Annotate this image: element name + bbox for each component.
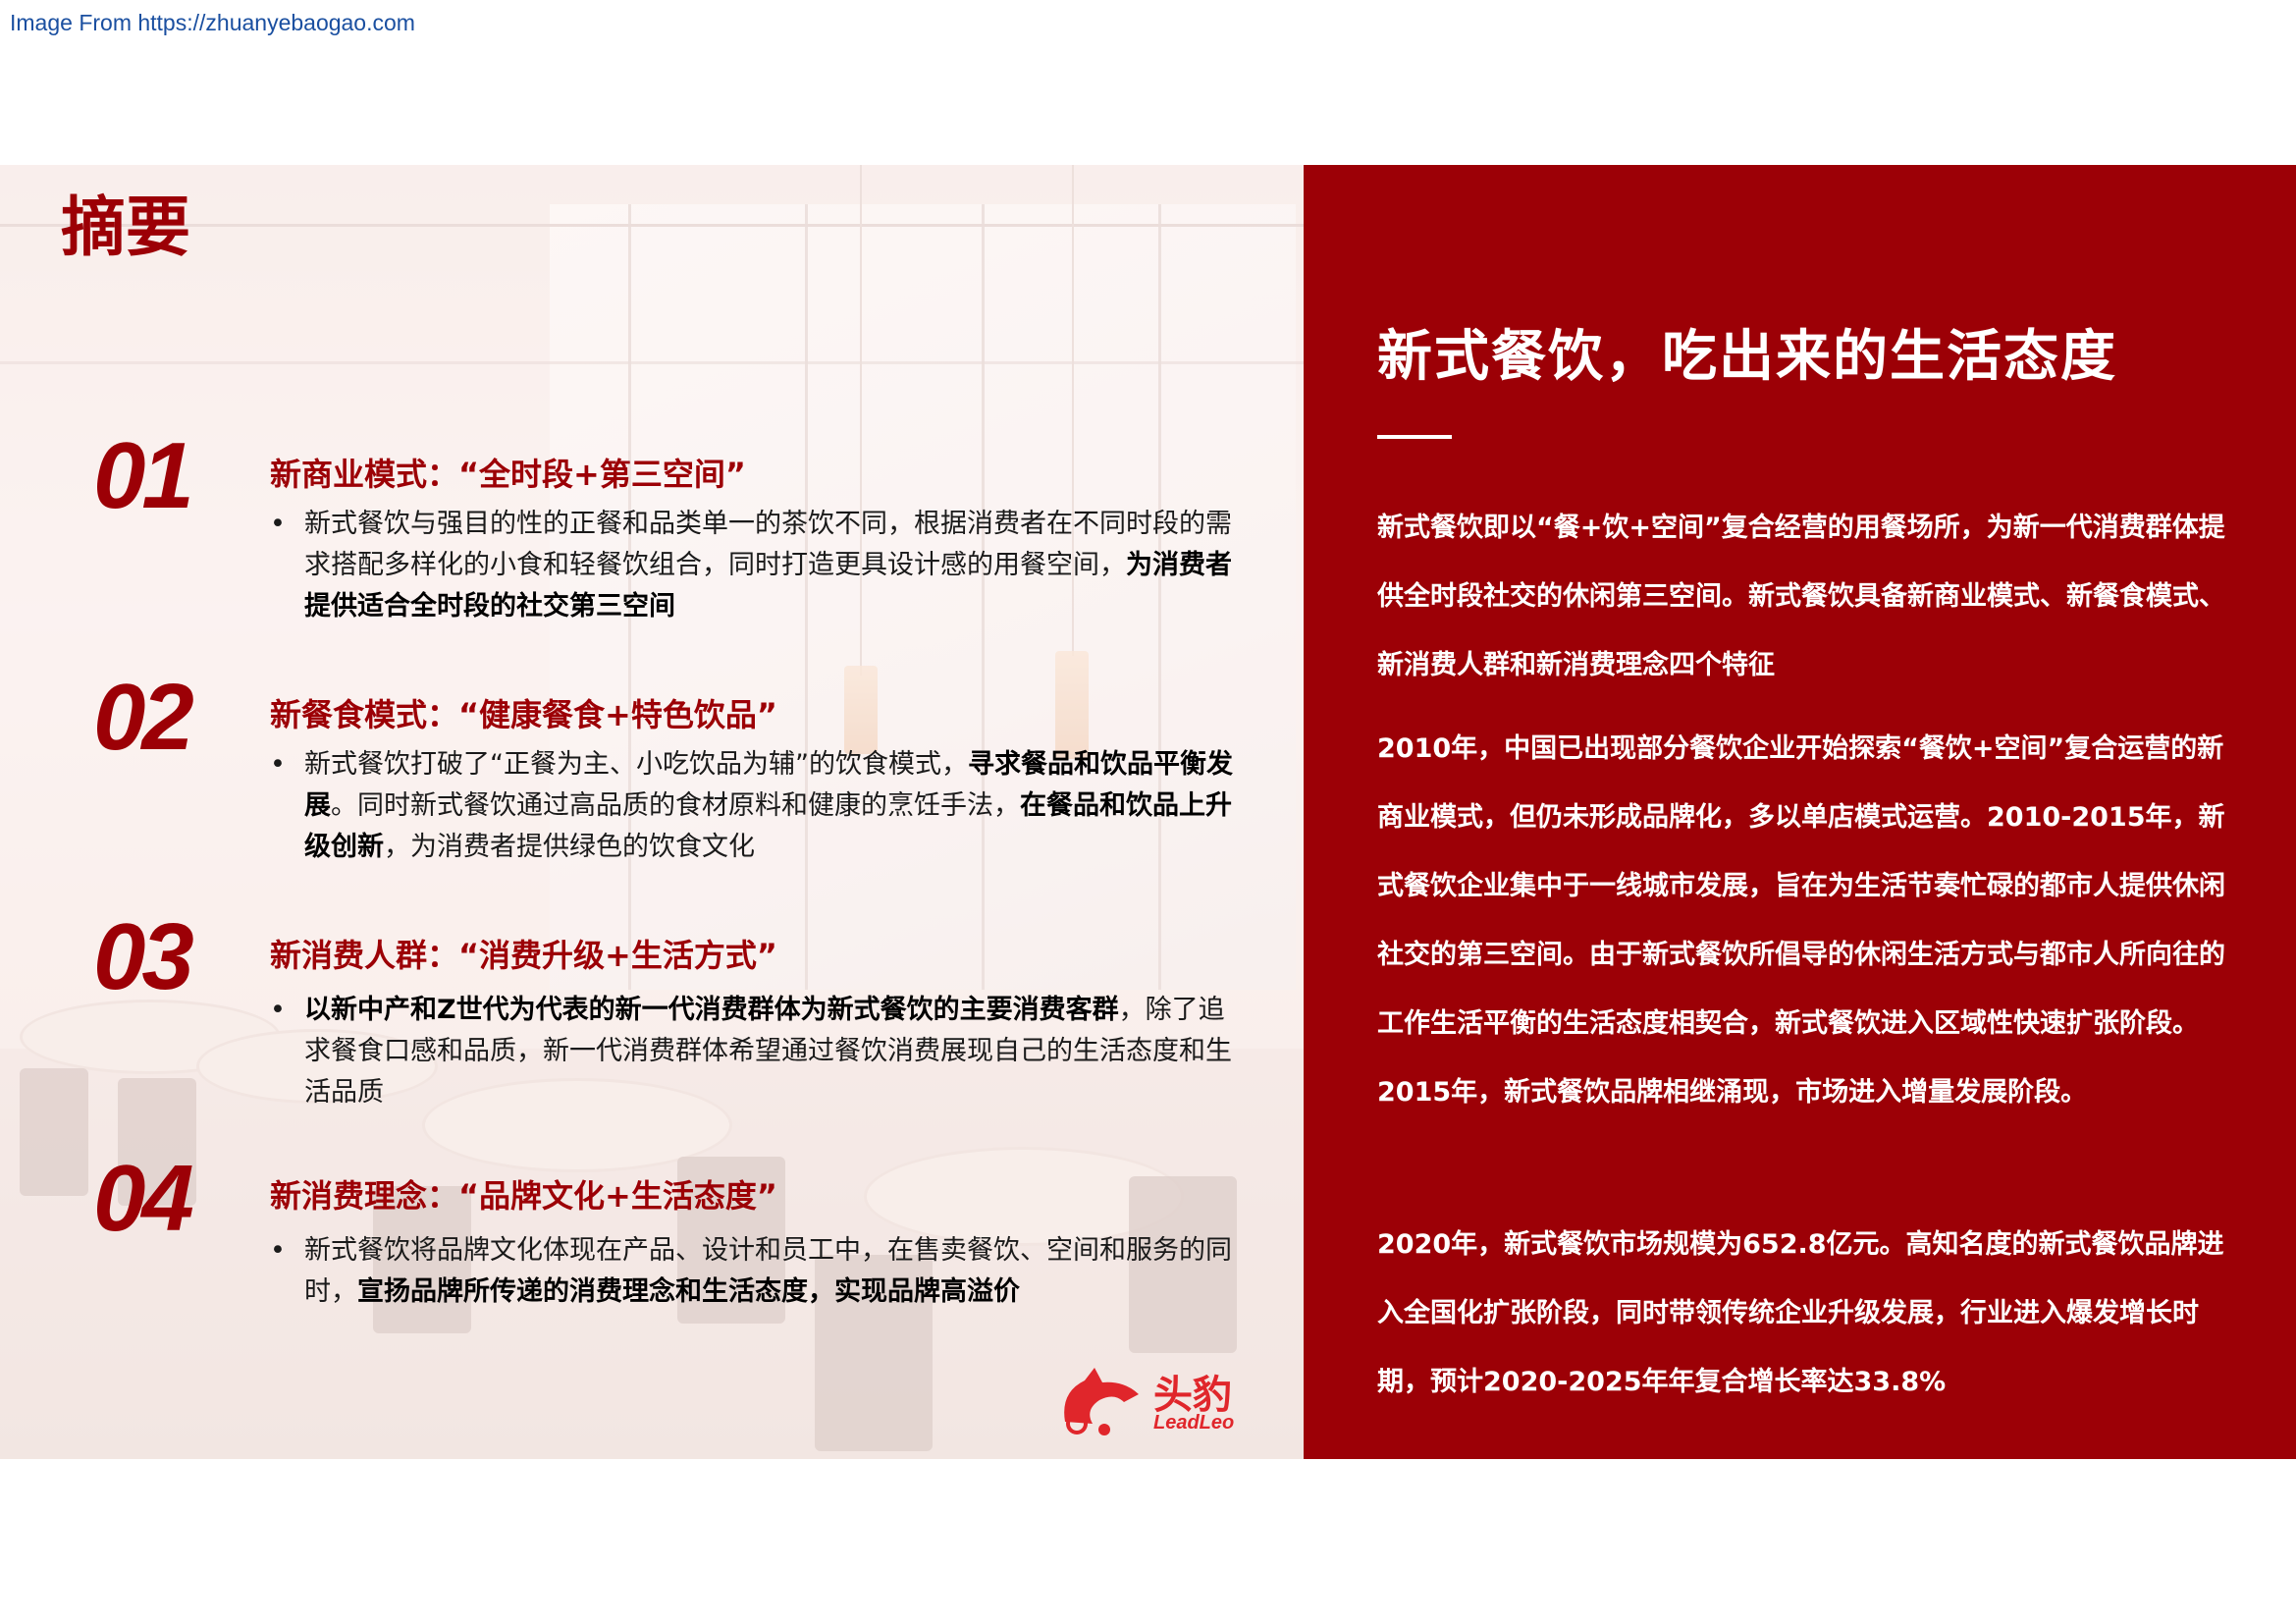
logo-english-text: LeadLeo bbox=[1153, 1412, 1235, 1434]
right-paragraph-1: 新式餐饮即以“餐+饮+空间”复合经营的用餐场所，为新一代消费群体提供全时段社交的… bbox=[1377, 513, 2225, 680]
item-text-04-bold1: 宣扬品牌所传递的消费理念和生活态度，实现品牌高溢价 bbox=[357, 1276, 1020, 1307]
item-number-04: 04 bbox=[93, 1146, 194, 1251]
summary-slide: 摘要 01 新商业模式：“全时段+第三空间” • 新式餐饮与强目的性的正餐和品类… bbox=[0, 165, 2296, 1459]
item-number-02: 02 bbox=[93, 665, 194, 770]
bullet-icon: • bbox=[270, 749, 286, 780]
item-text-02-part2: 。同时新式餐饮通过高品质的食材原料和健康的烹饪手法， bbox=[331, 790, 1020, 821]
bullet-icon: • bbox=[270, 509, 286, 539]
bullet-icon: • bbox=[270, 995, 286, 1025]
item-title-03: 新消费人群：“消费升级+生活方式” bbox=[270, 937, 777, 974]
item-number-03: 03 bbox=[93, 904, 194, 1009]
item-text-04: • 新式餐饮将品牌文化体现在产品、设计和员工中，在售卖餐饮、空间和服务的同时，宣… bbox=[270, 1230, 1242, 1313]
right-paragraph-2: 2010年，中国已出现部分餐饮企业开始探索“餐饮+空间”复合运营的新商业模式，但… bbox=[1377, 733, 2225, 1108]
item-text-02-part3: ，为消费者提供绿色的饮食文化 bbox=[384, 832, 755, 862]
item-title-02: 新餐食模式：“健康餐食+特色饮品” bbox=[270, 696, 777, 733]
leopard-icon bbox=[1064, 1368, 1139, 1435]
right-paragraph-3: 2020年，新式餐饮市场规模为652.8亿元。高知名度的新式餐饮品牌进入全国化扩… bbox=[1377, 1229, 2224, 1397]
page-title: 摘要 bbox=[61, 189, 190, 265]
leadleo-logo: 头豹 LeadLeo bbox=[1055, 1363, 1252, 1441]
item-title-04: 新消费理念：“品牌文化+生活态度” bbox=[270, 1177, 777, 1215]
source-caption: Image From https://zhuanyebaogao.com bbox=[10, 10, 415, 35]
item-text-03: • 以新中产和Z世代为代表的新一代消费群体为新式餐饮的主要消费客群，除了追求餐食… bbox=[270, 990, 1242, 1113]
item-text-02: • 新式餐饮打破了“正餐为主、小吃饮品为辅”的饮食模式，寻求餐品和饮品平衡发展。… bbox=[270, 744, 1242, 868]
item-number-01: 01 bbox=[93, 423, 194, 528]
item-text-01: • 新式餐饮与强目的性的正餐和品类单一的茶饮不同，根据消费者在不同时段的需求搭配… bbox=[270, 504, 1242, 627]
item-text-03-bold1: 以新中产和Z世代为代表的新一代消费群体为新式餐饮的主要消费客群 bbox=[304, 995, 1119, 1025]
title-divider bbox=[1377, 435, 1452, 439]
item-text-01-normal: 新式餐饮与强目的性的正餐和品类单一的茶饮不同，根据消费者在不同时段的需求搭配多样… bbox=[304, 509, 1232, 580]
item-title-01: 新商业模式：“全时段+第三空间” bbox=[270, 456, 746, 493]
right-panel: 新式餐饮，吃出来的生活态度 新式餐饮即以“餐+饮+空间”复合经营的用餐场所，为新… bbox=[1304, 165, 2296, 1459]
bullet-icon: • bbox=[270, 1235, 286, 1266]
right-panel-title: 新式餐饮，吃出来的生活态度 bbox=[1377, 325, 2117, 389]
item-text-02-part1: 新式餐饮打破了“正餐为主、小吃饮品为辅”的饮食模式， bbox=[304, 749, 968, 780]
